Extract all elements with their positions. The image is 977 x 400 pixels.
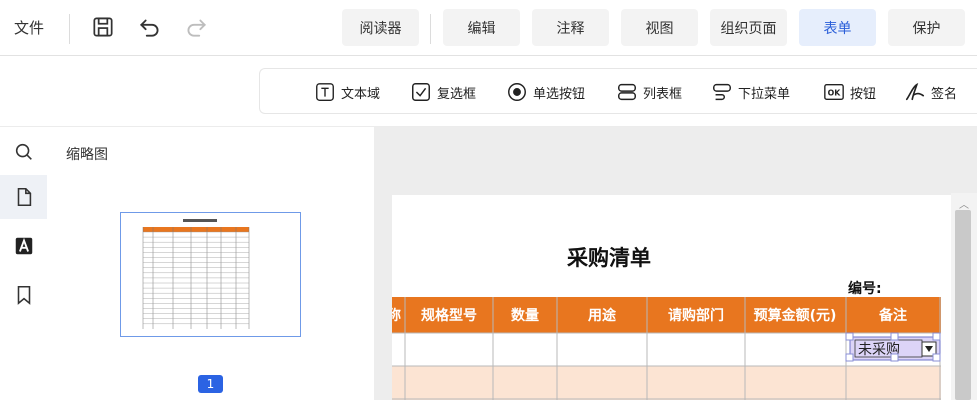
scrollbar-thumb[interactable] [955,210,971,400]
checkbox-icon [410,81,432,103]
text-annot-icon [15,237,32,255]
form-ribbon: 文本域 复选框 单选按钮 列表框 下拉菜单 OK 按钮 签名 [259,68,977,114]
signature-button[interactable]: 签名 [904,80,957,104]
list-box-button[interactable]: 列表框 [616,80,682,104]
push-button-button[interactable]: OK 按钮 [823,80,876,104]
header-quantity: 数量 [511,307,539,324]
dropdown-menu-button[interactable]: 下拉菜单 [711,80,790,104]
dropdown-icon [711,81,733,103]
panel-title: 缩略图 [66,147,108,163]
header-remark: 备注 [878,307,907,324]
redo-icon[interactable] [183,14,209,40]
scroll-up-icon[interactable]: ︿ [959,196,969,211]
tab-organize-pages[interactable]: 组织页面 [710,9,787,46]
text-field-button[interactable]: 文本域 [314,80,380,104]
sidebar-annotations[interactable] [0,224,47,268]
search-icon [15,143,32,160]
page-number-badge: 1 [198,375,223,393]
menu-divider [69,14,70,44]
menu-bar: 文件 阅读器 编辑 注释 视图 组织页面 表单 保护 [0,0,977,56]
checkbox-button[interactable]: 复选框 [410,80,476,104]
number-label: 编号: [848,281,882,297]
sidebar-search[interactable] [0,130,47,174]
tab-view[interactable]: 视图 [621,9,698,46]
document-title: 采购清单 [567,246,651,270]
undo-icon[interactable] [137,14,163,40]
table-row [392,366,941,400]
file-menu[interactable]: 文件 [14,17,44,38]
tab-annotate[interactable]: 注释 [532,9,609,46]
header-usage: 用途 [588,307,617,324]
vertical-scrollbar[interactable]: ︿ [951,193,977,400]
svg-text:OK: OK [828,89,842,98]
pdf-editor-window: 文件 阅读器 编辑 注释 视图 组织页面 表单 保护 文本域 复选框 单选按钮 … [0,0,977,400]
radio-button-icon [506,81,528,103]
purchase-table: 称 规格型号 数量 用途 请购部门 预算金额(元) 备注 未采购 [392,297,941,400]
menu-divider [430,14,431,44]
signature-icon [904,81,926,103]
save-icon[interactable] [90,14,116,40]
tab-form[interactable]: 表单 [799,9,876,46]
pdf-page: 采购清单 编号: 称 规格型号 数量 用途 请购部门 预算金额(元) 备注 未采… [392,195,954,400]
document-canvas: 采购清单 编号: 称 规格型号 数量 用途 请购部门 预算金额(元) 备注 未采… [374,127,977,400]
header-spec-model: 规格型号 [421,307,477,324]
text-field-icon [314,81,336,103]
tab-edit[interactable]: 编辑 [443,9,520,46]
radio-button-button[interactable]: 单选按钮 [506,80,585,104]
sidebar-bookmarks[interactable] [0,273,47,317]
sidebar-thumbnails[interactable] [0,175,47,219]
dropdown-form-field[interactable]: 未采购 [845,332,941,362]
header-department: 请购部门 [668,307,724,324]
bookmark-icon [17,285,30,305]
tab-reader[interactable]: 阅读器 [342,9,419,46]
thumbnail-panel: 缩略图 1 [47,127,374,400]
list-box-icon [616,81,638,103]
page-icon [17,187,31,207]
tab-protect[interactable]: 保护 [888,9,965,46]
page-thumbnail[interactable] [120,212,301,337]
header-name-partial: 称 [392,307,401,324]
sidebar-icon-strip [0,127,47,400]
ok-button-icon: OK [823,81,845,103]
header-budget: 预算金额(元) [754,307,837,324]
